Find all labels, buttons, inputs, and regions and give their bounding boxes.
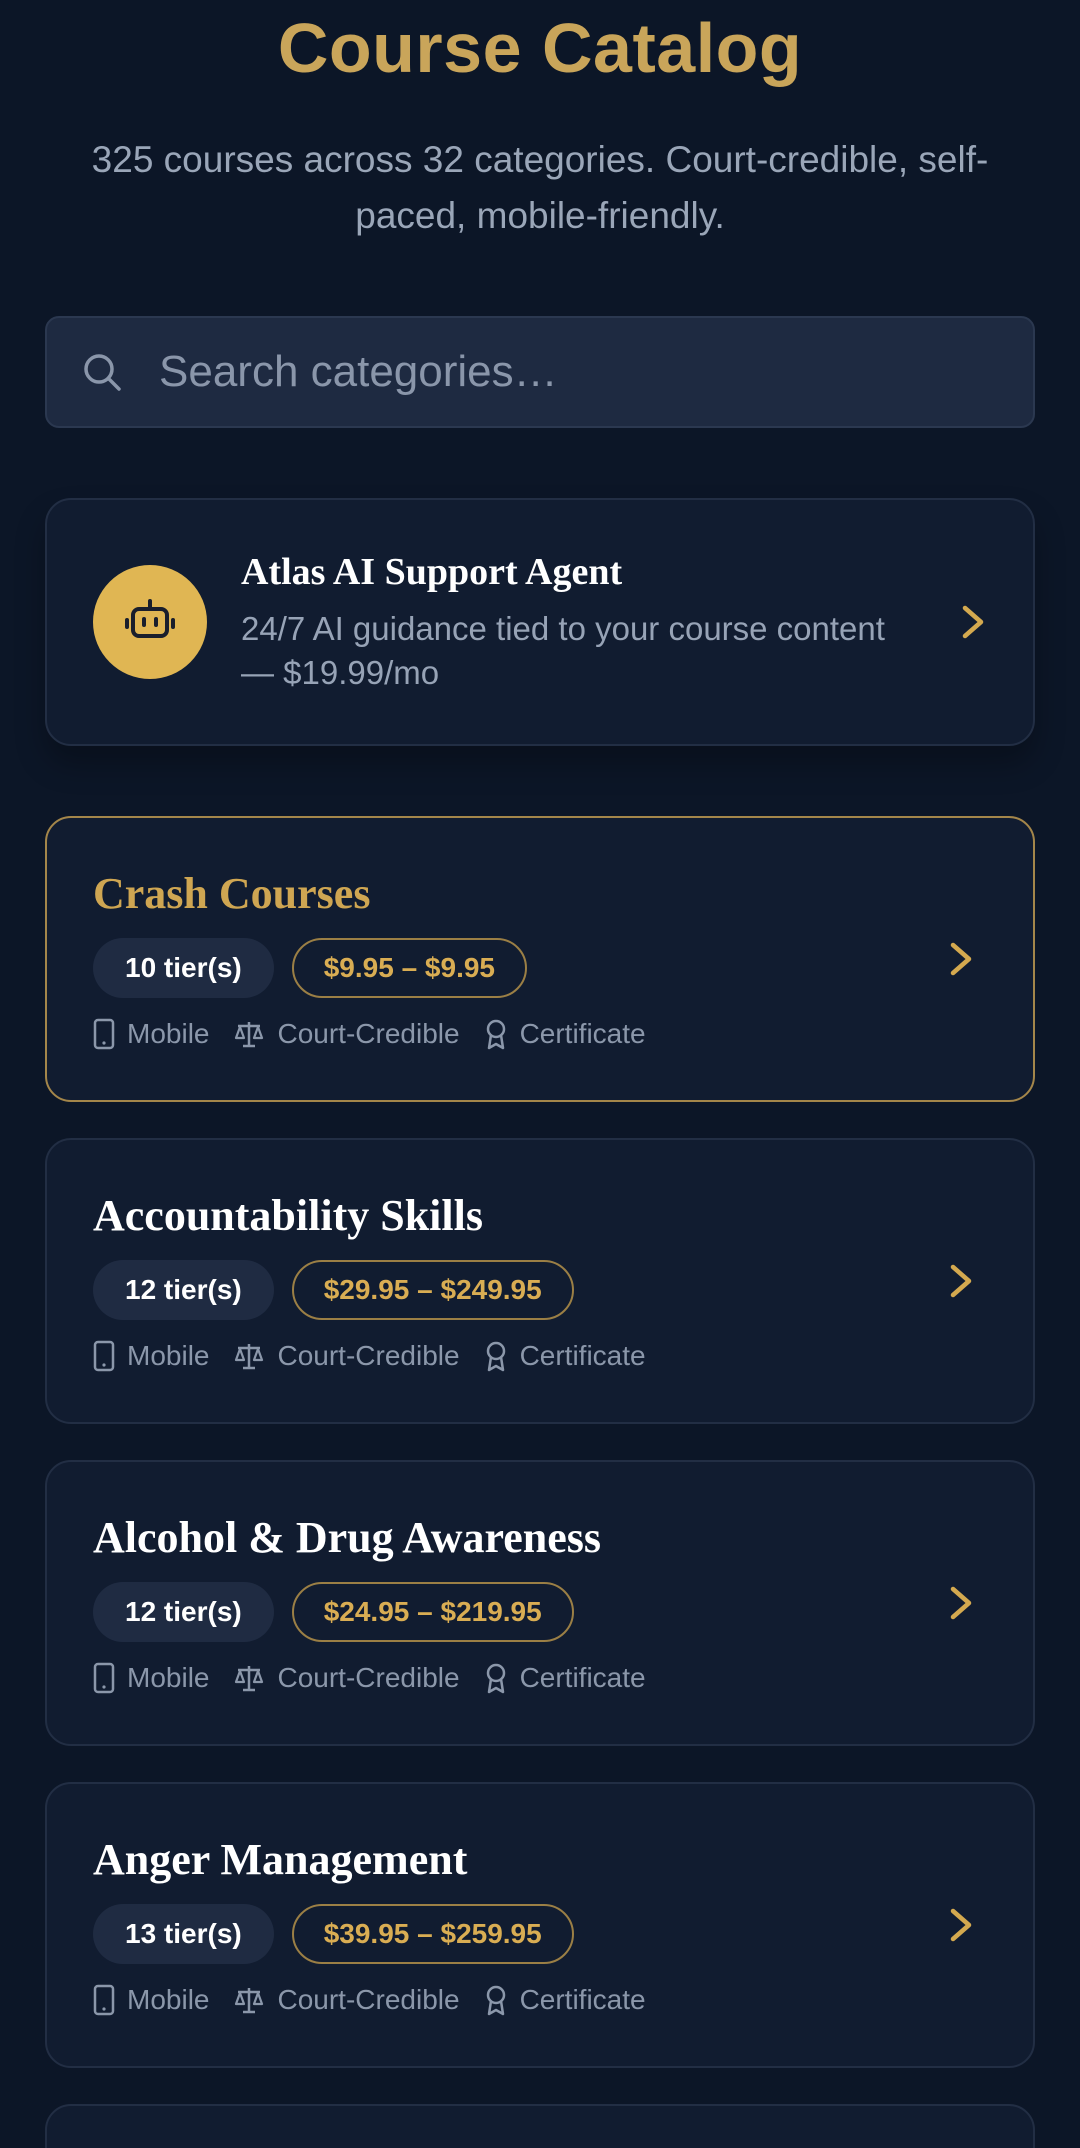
search-input[interactable] [159, 318, 1033, 426]
feature-court-credible: Court-Credible [233, 1662, 460, 1694]
feature-mobile: Mobile [93, 1984, 209, 2016]
mobile-icon [93, 1984, 115, 2016]
feature-court-credible: Court-Credible [233, 1340, 460, 1372]
mobile-icon [93, 1018, 115, 1050]
price-range-badge: $9.95 – $9.95 [291, 938, 527, 998]
chevron-right-icon [950, 1908, 972, 1942]
category-title: Crash Courses [93, 869, 371, 918]
feature-court-credible: Court-Credible [233, 1984, 460, 2016]
mobile-icon [93, 1662, 115, 1694]
category-title: Alcohol & Drug Awareness [93, 1513, 602, 1562]
tier-count-badge: 12 tier(s) [93, 1582, 274, 1642]
chevron-right-icon [950, 942, 972, 976]
price-range-badge: $24.95 – $219.95 [291, 1582, 574, 1642]
chevron-right-icon [962, 605, 984, 639]
feature-label: Court-Credible [277, 1018, 460, 1049]
chevron-right-icon [950, 1264, 972, 1298]
tier-count-badge: 10 tier(s) [93, 938, 274, 998]
tier-count-badge: 12 tier(s) [93, 1260, 274, 1320]
mobile-icon [93, 1340, 115, 1372]
category-card-crash-courses[interactable]: Crash Courses 10 tier(s) $9.95 – $9.95 M… [45, 816, 1035, 1102]
search-icon [84, 354, 121, 391]
feature-label: Certificate [519, 1984, 646, 2015]
feature-label: Certificate [519, 1662, 646, 1693]
ai-avatar [93, 565, 207, 679]
scale-icon [235, 1988, 264, 2014]
feature-label: Mobile [127, 1018, 210, 1049]
chevron-right-icon [950, 1586, 972, 1620]
category-card-anger-management[interactable]: Anger Management 13 tier(s) $39.95 – $25… [45, 1782, 1035, 2068]
feature-label: Certificate [519, 1018, 646, 1049]
page-title: Course Catalog [277, 9, 803, 87]
category-title: Accountability Skills [93, 1191, 483, 1240]
category-card-accountability-skills[interactable]: Accountability Skills 12 tier(s) $29.95 … [45, 1138, 1035, 1424]
robot-icon [125, 599, 175, 638]
feature-mobile: Mobile [93, 1018, 209, 1050]
ai-card-title: Atlas AI Support Agent [241, 551, 623, 593]
feature-label: Court-Credible [277, 1984, 460, 2015]
feature-label: Certificate [519, 1340, 646, 1371]
feature-mobile: Mobile [93, 1340, 209, 1372]
feature-certificate: Certificate [484, 1984, 646, 2016]
certificate-icon [486, 1341, 505, 1372]
category-card-alcohol-drug-awareness[interactable]: Alcohol & Drug Awareness 12 tier(s) $24.… [45, 1460, 1035, 1746]
scale-icon [235, 1344, 264, 1370]
feature-certificate: Certificate [484, 1340, 646, 1372]
feature-label: Mobile [127, 1984, 210, 2015]
category-card-partial[interactable] [45, 2104, 1035, 2148]
feature-certificate: Certificate [484, 1018, 646, 1050]
search-bar[interactable] [45, 316, 1035, 428]
feature-court-credible: Court-Credible [233, 1018, 460, 1050]
feature-mobile: Mobile [93, 1662, 209, 1694]
ai-card-description: 24/7 AI guidance tied to your course con… [241, 610, 885, 691]
feature-label: Mobile [127, 1662, 210, 1693]
certificate-icon [486, 1985, 505, 2016]
scale-icon [235, 1666, 264, 1692]
price-range-badge: $29.95 – $249.95 [291, 1260, 574, 1320]
certificate-icon [486, 1663, 505, 1694]
ai-support-card[interactable]: Atlas AI Support Agent 24/7 AI guidance … [45, 498, 1035, 746]
feature-certificate: Certificate [484, 1662, 646, 1694]
scale-icon [235, 1022, 264, 1048]
page-subtitle: 325 courses across 32 categories. Court-… [91, 139, 989, 236]
course-catalog-page: Course Catalog 325 courses across 32 cat… [0, 0, 1080, 2148]
category-title: Anger Management [93, 1835, 468, 1884]
price-range-badge: $39.95 – $259.95 [291, 1904, 574, 1964]
feature-label: Court-Credible [277, 1662, 460, 1693]
tier-count-badge: 13 tier(s) [93, 1904, 274, 1964]
feature-label: Court-Credible [277, 1340, 460, 1371]
certificate-icon [486, 1019, 505, 1050]
feature-label: Mobile [127, 1340, 210, 1371]
